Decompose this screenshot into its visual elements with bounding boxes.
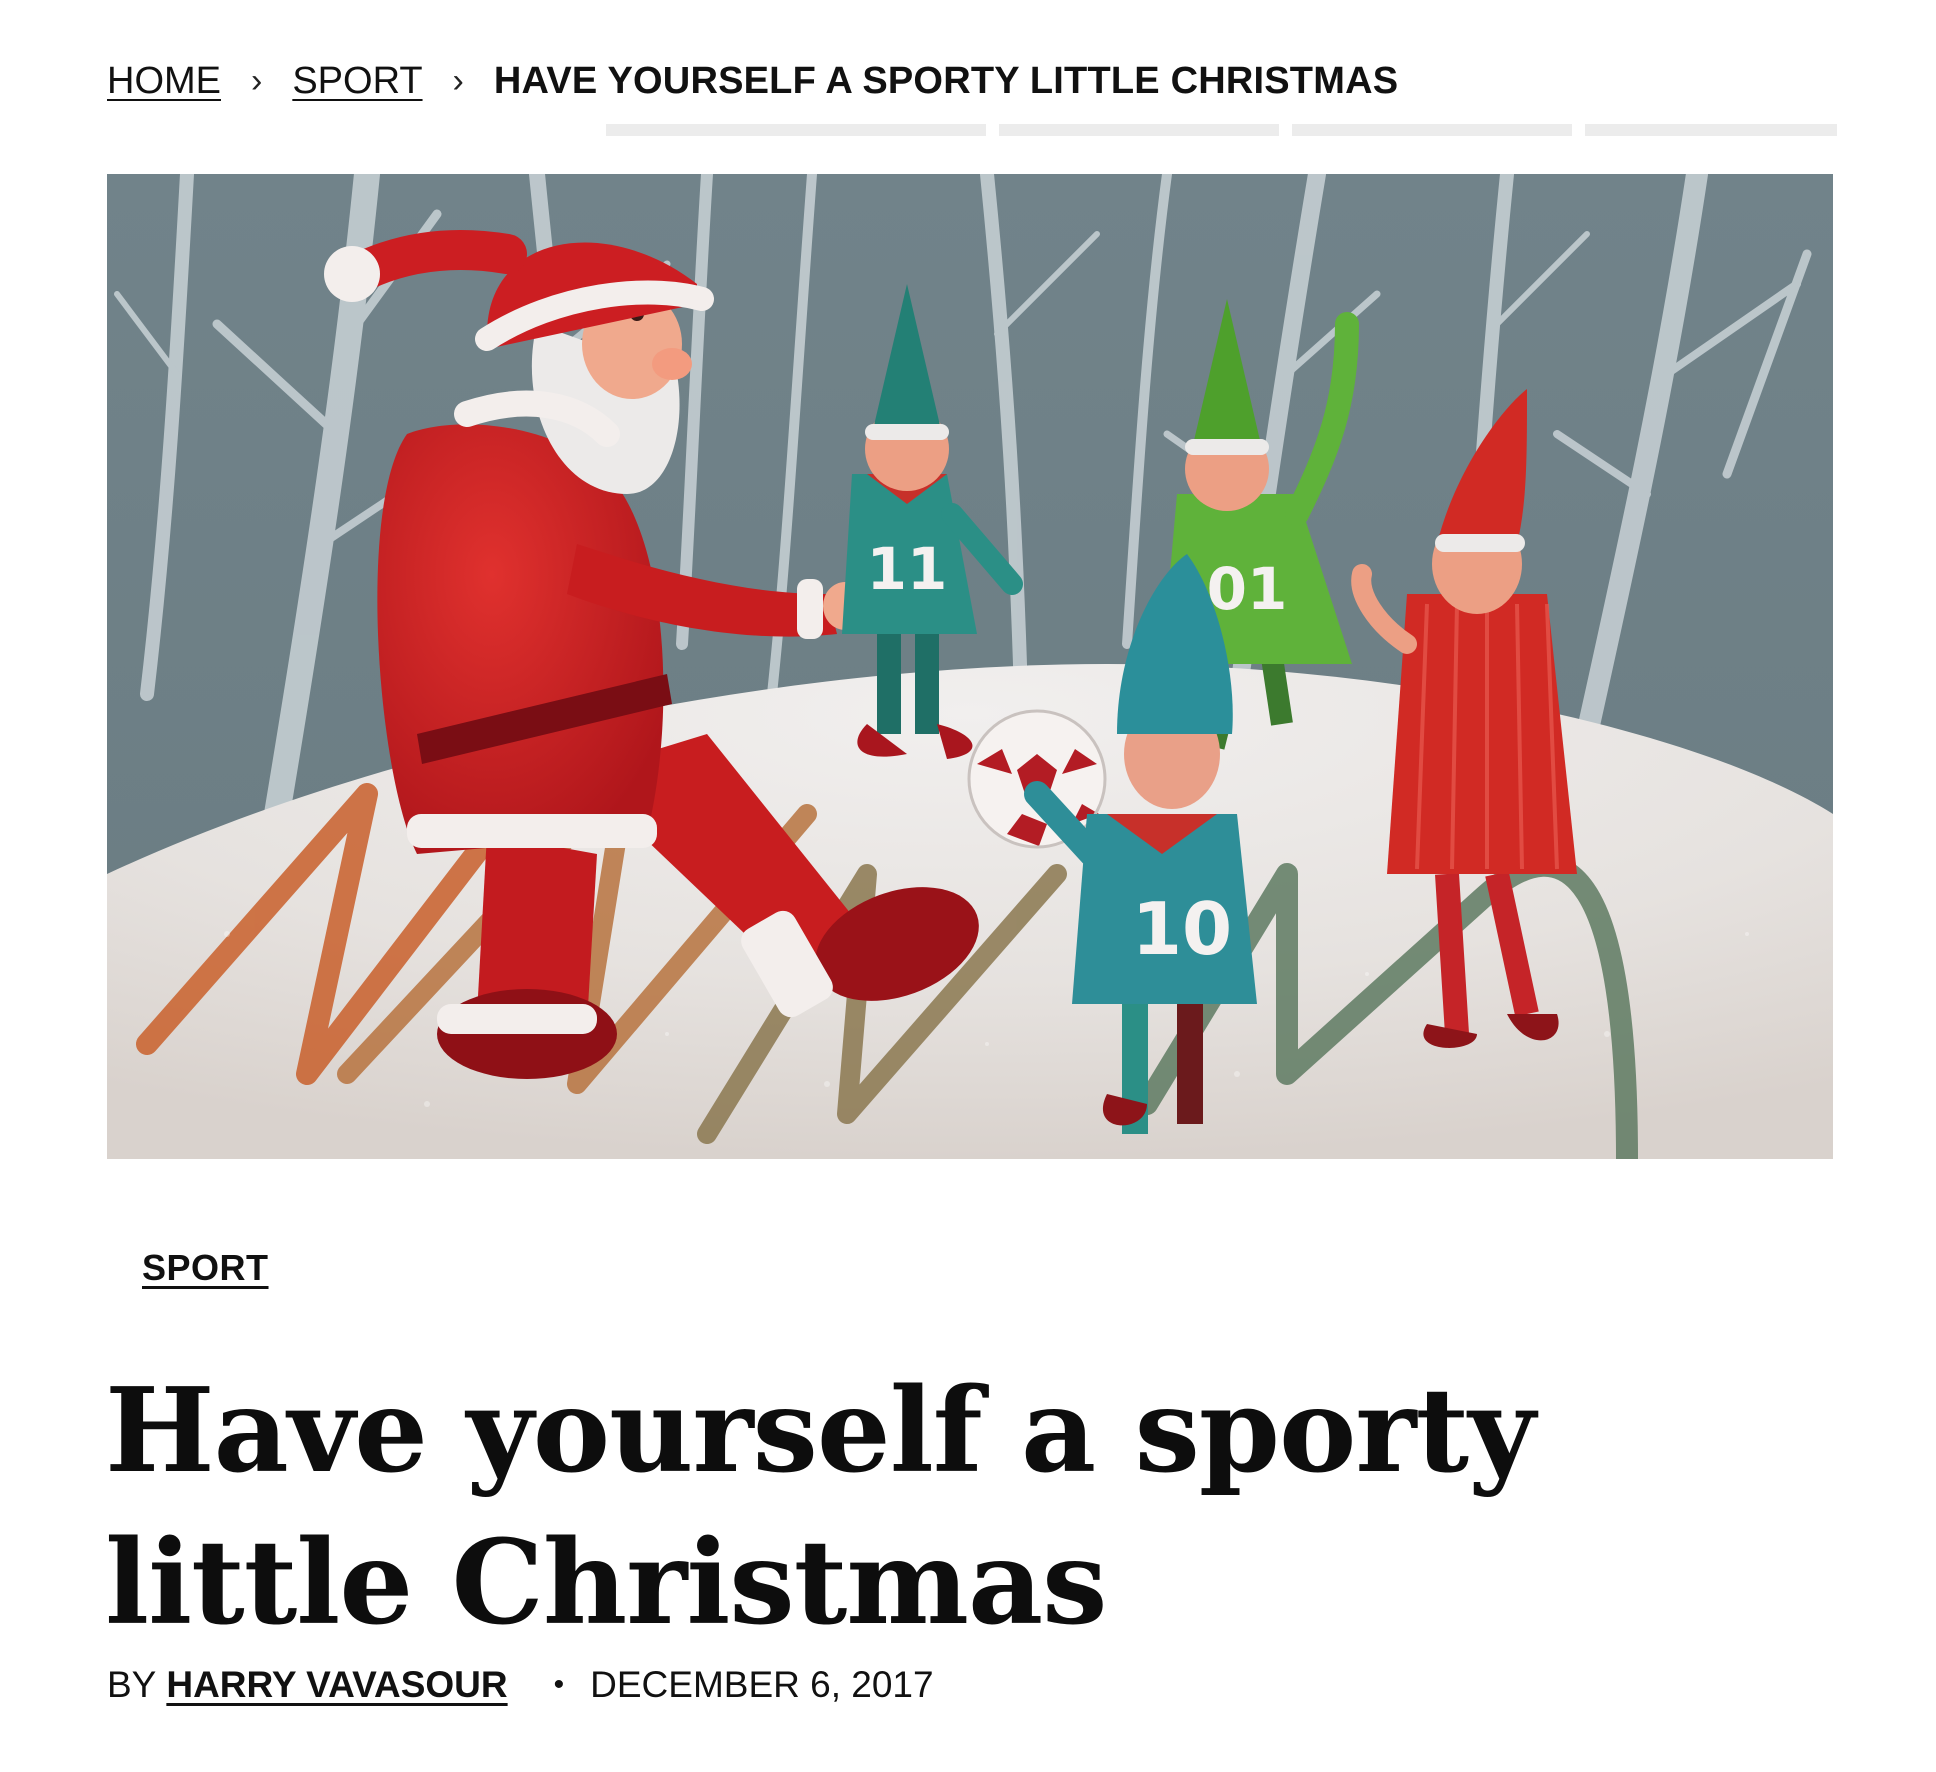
byline-prefix: BY bbox=[107, 1664, 157, 1705]
jersey-number: 11 bbox=[867, 535, 948, 603]
skeleton-bar bbox=[999, 124, 1279, 136]
chevron-right-icon: › bbox=[251, 62, 263, 100]
jersey-number: 10 bbox=[1132, 887, 1232, 971]
category-link[interactable]: SPORT bbox=[142, 1247, 269, 1289]
chevron-right-icon: › bbox=[452, 62, 464, 100]
breadcrumb-home-link[interactable]: HOME bbox=[107, 56, 221, 106]
hero-illustration: 11 01 10 bbox=[107, 174, 1833, 1159]
breadcrumb-current: HAVE YOURSELF A SPORTY LITTLE CHRISTMAS bbox=[493, 60, 1399, 102]
byline: BY HARRY VAVASOUR • DECEMBER 6, 2017 bbox=[107, 1660, 934, 1710]
football bbox=[967, 709, 1107, 849]
publish-date: DECEMBER 6, 2017 bbox=[590, 1664, 934, 1705]
skeleton-bar bbox=[1585, 124, 1837, 136]
article-title: Have yourself a sporty little Christmas bbox=[105, 1363, 1535, 1651]
breadcrumb-sport-link[interactable]: SPORT bbox=[292, 56, 422, 106]
santa-elves-football-illustration: 11 01 10 bbox=[107, 174, 1833, 1159]
breadcrumb: HOME › SPORT › HAVE YOURSELF A SPORTY LI… bbox=[107, 56, 1398, 106]
author-link[interactable]: HARRY VAVASOUR bbox=[166, 1660, 507, 1710]
skeleton-bar bbox=[606, 124, 986, 136]
skeleton-bar bbox=[1292, 124, 1572, 136]
separator-dot: • bbox=[553, 1668, 565, 1701]
loading-placeholder bbox=[606, 124, 1837, 136]
jersey-number: 01 bbox=[1207, 555, 1288, 623]
